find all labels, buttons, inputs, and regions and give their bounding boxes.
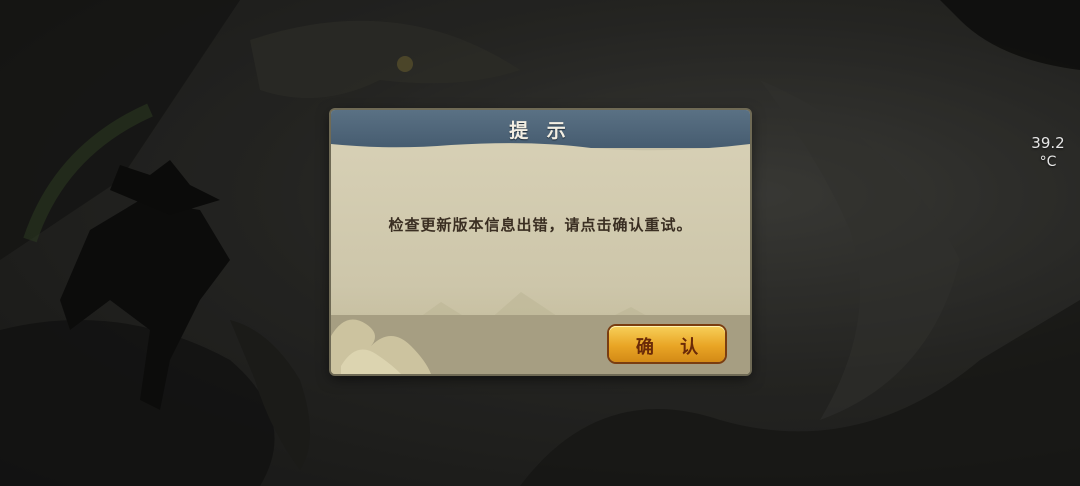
update-error-dialog: 提 示 检查更新版本信息出错，请点击确认重试。 确 认 [331, 110, 750, 374]
temperature-value: 39.2 [1031, 134, 1065, 152]
game-screen: 39.2 °C 提 示 检查更新版本信息出错，请点击确认重试。 确 认 [0, 0, 1080, 486]
temperature-indicator: 39.2 °C [1026, 134, 1070, 172]
dialog-title: 提 示 [509, 120, 572, 142]
wave-decoration [331, 319, 431, 374]
confirm-button[interactable]: 确 认 [609, 326, 725, 362]
temperature-unit: °C [1039, 154, 1057, 170]
confirm-button-label: 确 认 [635, 337, 709, 358]
dialog-message: 检查更新版本信息出错，请点击确认重试。 [388, 216, 693, 234]
